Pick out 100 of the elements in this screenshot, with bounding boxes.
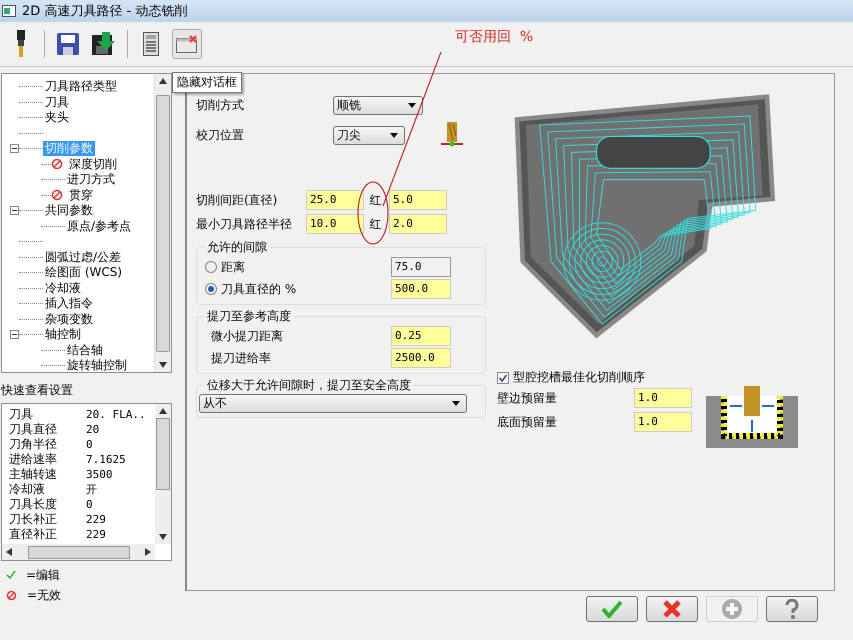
setting-name: 刀具直径 bbox=[9, 421, 58, 438]
setting-name: 刀角半径 bbox=[9, 436, 58, 453]
unit-label: 红 bbox=[368, 216, 382, 232]
setting-name: 主轴转速 bbox=[9, 466, 58, 483]
calculator-icon bbox=[143, 32, 159, 56]
cancel-button[interactable] bbox=[646, 596, 698, 622]
checkbox[interactable] bbox=[497, 372, 509, 384]
field-label: 校刀位置 bbox=[196, 126, 245, 144]
scrollbar[interactable] bbox=[154, 74, 171, 372]
scrollbar[interactable] bbox=[2, 544, 155, 560]
setting-name: 刀具长度 bbox=[9, 496, 58, 513]
scroll-up-icon[interactable] bbox=[159, 78, 167, 84]
dropdown[interactable]: 顺铣 bbox=[333, 96, 423, 114]
setting-value: 3500 bbox=[86, 468, 114, 481]
collapse-icon[interactable] bbox=[10, 206, 19, 216]
setting-name: 刀长补正 bbox=[9, 511, 58, 528]
setting-value: 229 bbox=[86, 528, 107, 541]
tree-item[interactable]: 深度切削 bbox=[67, 156, 119, 172]
input-field[interactable]: 500.0 bbox=[391, 279, 451, 299]
tree-item[interactable]: 冷却液 bbox=[43, 280, 83, 296]
setting-name: 进给速率 bbox=[9, 451, 58, 468]
setting-value: 0 bbox=[86, 438, 94, 451]
setting-value: 7.1625 bbox=[86, 453, 127, 466]
field-label: 微小提刀距离 bbox=[211, 328, 284, 344]
radio-label: 距离 bbox=[221, 258, 245, 276]
tree-item[interactable]: 旋转轴控制 bbox=[65, 358, 129, 372]
field-label: 壁边预留量 bbox=[497, 390, 558, 406]
collapse-icon[interactable] bbox=[10, 330, 19, 340]
prohibited-icon bbox=[6, 590, 17, 600]
collapse-icon[interactable] bbox=[10, 144, 19, 154]
scroll-left-icon[interactable] bbox=[6, 548, 12, 556]
setting-value: 开 bbox=[86, 482, 98, 497]
tree-item[interactable]: 刀具 bbox=[43, 94, 71, 110]
window-title: 2D 高速刀具路径 - 动态铣削 bbox=[22, 3, 188, 20]
legend-text: =无效 bbox=[27, 586, 62, 604]
input-field[interactable]: 1.0 bbox=[634, 412, 692, 432]
question-mark-icon bbox=[784, 599, 800, 619]
tree-item[interactable]: 杂项变数 bbox=[43, 312, 95, 327]
radio-label: 刀具直径的 % bbox=[221, 280, 296, 298]
floppy-disk-arrow-icon bbox=[92, 32, 116, 56]
section-title: 快速查看设置 bbox=[0, 382, 74, 399]
scroll-down-icon[interactable] bbox=[159, 534, 167, 540]
field-label: 切削间距(直径) bbox=[196, 192, 278, 208]
plus-icon bbox=[722, 599, 742, 619]
input-field[interactable]: 25.0 bbox=[306, 190, 364, 210]
setting-name: 刀具 bbox=[9, 406, 34, 423]
radio-button[interactable] bbox=[205, 283, 217, 295]
dropdown[interactable]: 从不 bbox=[199, 394, 467, 413]
input-field[interactable]: 5.0 bbox=[389, 190, 447, 210]
tree-item[interactable]: 进刀方式 bbox=[65, 172, 117, 188]
setting-value: 20 bbox=[86, 423, 100, 436]
window-icon bbox=[2, 5, 16, 17]
window-close-icon bbox=[176, 35, 198, 53]
group-title: 位移大于允许间隙时，提刀至安全高度 bbox=[206, 377, 412, 394]
unit-label: 红 bbox=[368, 192, 382, 208]
tree-item[interactable]: 贯穿 bbox=[67, 188, 95, 203]
help-button[interactable] bbox=[766, 596, 818, 622]
tree-item[interactable]: 轴控制 bbox=[43, 327, 83, 342]
tooltip: 隐藏对话框 bbox=[172, 72, 242, 93]
tree-item[interactable]: 圆弧过虑/公差 bbox=[43, 250, 124, 265]
checkbox-label: 型腔挖槽最佳化切削顺序 bbox=[513, 369, 645, 386]
annotation-text: 可否用回 % bbox=[455, 28, 534, 46]
input-field[interactable]: 1.0 bbox=[634, 388, 692, 408]
ok-button[interactable] bbox=[586, 596, 638, 622]
tree-item[interactable]: 结合轴 bbox=[65, 342, 105, 358]
hide-dialog-button[interactable] bbox=[172, 29, 202, 59]
scroll-up-icon[interactable] bbox=[159, 408, 167, 414]
checkmark-icon bbox=[601, 600, 623, 618]
caret-icon bbox=[408, 102, 416, 108]
tree-item[interactable]: 绘图面 (WCS) bbox=[43, 265, 124, 280]
tree-item[interactable]: 夹头 bbox=[43, 110, 71, 126]
caret-icon bbox=[452, 401, 460, 406]
field-label: 最小刀具路径半径 bbox=[196, 216, 293, 232]
input-field[interactable]: 2.0 bbox=[389, 214, 447, 234]
dropdown[interactable]: 刀尖 bbox=[333, 126, 405, 144]
group-title: 提刀至参考高度 bbox=[206, 308, 292, 325]
input-field[interactable]: 2500.0 bbox=[391, 348, 451, 368]
tree-item[interactable]: 插入指令 bbox=[43, 296, 95, 312]
setting-value: 229 bbox=[86, 513, 107, 526]
field-label: 提刀进给率 bbox=[211, 350, 272, 366]
setting-name: 直径补正 bbox=[9, 526, 58, 543]
scrollbar[interactable] bbox=[155, 404, 171, 544]
end-mill-icon bbox=[15, 30, 27, 58]
scroll-down-icon[interactable] bbox=[159, 362, 167, 368]
tree-item[interactable]: 共同参数 bbox=[43, 203, 95, 218]
tool-tip-icon bbox=[440, 122, 462, 148]
setting-value: 20. FLA.. bbox=[86, 408, 147, 421]
field-label: 底面预留量 bbox=[497, 414, 558, 430]
tree-item[interactable]: 刀具路径类型 bbox=[43, 79, 119, 94]
setting-name: 冷却液 bbox=[9, 481, 46, 498]
legend-text: =编辑 bbox=[26, 566, 60, 584]
group-title: 允许的间隙 bbox=[206, 239, 268, 256]
scroll-right-icon[interactable] bbox=[145, 548, 151, 556]
close-icon bbox=[663, 600, 681, 618]
input-field[interactable]: 10.0 bbox=[306, 214, 364, 234]
tree-item[interactable]: 原点/参考点 bbox=[65, 218, 134, 234]
field-label: 切削方式 bbox=[196, 96, 245, 114]
caret-icon bbox=[390, 132, 398, 138]
input-field[interactable]: 0.25 bbox=[391, 326, 451, 346]
annotation-ellipse bbox=[358, 182, 388, 244]
